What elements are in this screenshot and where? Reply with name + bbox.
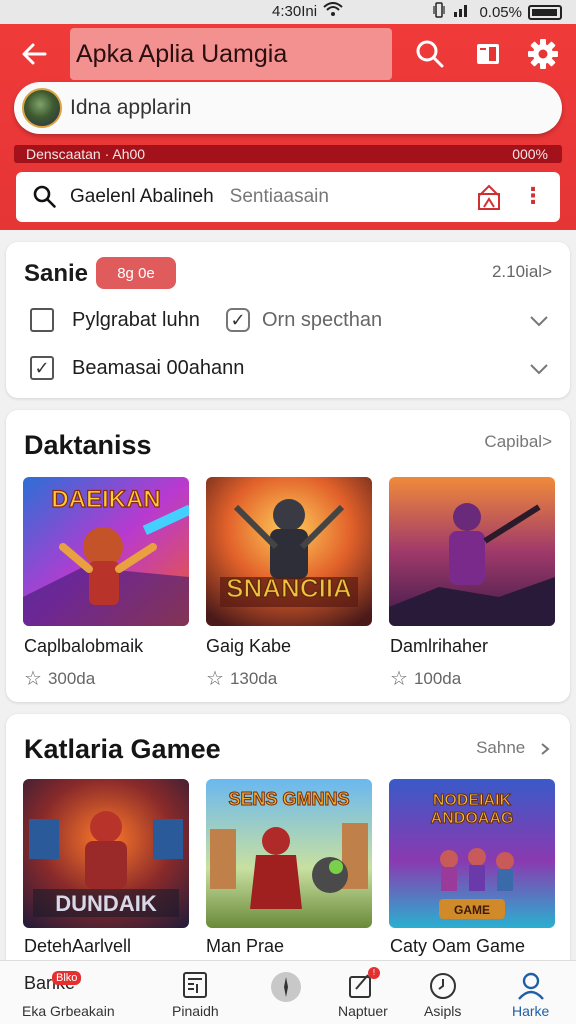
progress-bar: Denscaatan · Ah00 000% (14, 145, 562, 163)
game-rating: ☆ 130da (206, 666, 277, 691)
rating-value: 100da (413, 668, 462, 688)
checkbox-checked[interactable]: ✓ (30, 356, 54, 380)
section-title: Katlaria Gamee (24, 734, 221, 764)
sort-option-label: Pylgrabat luhn (72, 308, 200, 331)
section-card: Katlaria Gamee Sahne DUNDAIK SENS GMNNS (6, 714, 570, 974)
page-title: Apka Aplia Uamgia (70, 28, 392, 80)
nav-label: Eka Grbeakain (22, 1003, 115, 1019)
nav-badge: Blko (52, 971, 82, 985)
book-button[interactable] (470, 36, 506, 72)
game-thumbnail[interactable]: DUNDAIK (23, 779, 189, 928)
nav-item-harke[interactable]: Harke (476, 961, 576, 1024)
game-rating: ☆ 100da (390, 666, 461, 691)
compass-icon (271, 972, 301, 1002)
profile-icon (518, 972, 544, 1000)
nav-item-home[interactable]: Barlke Blko Eka Grbeakain (0, 961, 115, 1024)
document-icon (183, 972, 207, 998)
rating-value: 300da (47, 668, 96, 688)
section-card: Daktaniss Capibal> DAEIKAN SNANCIIA Capl… (6, 410, 570, 702)
sort-title: Sanie (24, 260, 89, 287)
game-title[interactable]: Gaig Kabe (206, 636, 291, 657)
book-icon (477, 44, 499, 64)
game-title[interactable]: DetehAarlvell (24, 936, 131, 957)
game-thumbnail[interactable]: SNANCIIA (206, 477, 372, 626)
sort-option-3[interactable]: ✓ Beamasai 00ahann (30, 356, 244, 380)
star-icon: ☆ (206, 668, 224, 690)
search-placeholder: Idna applarin (70, 96, 192, 119)
progress-value: 000% (512, 146, 548, 162)
chevron-right-icon (541, 742, 550, 755)
nav-label: Pinaidh (172, 1003, 219, 1019)
sort-option-label: Beamasai 00ahann (72, 356, 245, 379)
status-time: 4:30Ini (272, 3, 318, 20)
search-icon (33, 185, 56, 208)
game-thumbnail[interactable]: SENS GMNNS (206, 779, 372, 928)
star-icon: ☆ (24, 668, 42, 690)
gear-icon (528, 39, 558, 69)
nav-label: Asipls (424, 1003, 462, 1019)
more-options-icon[interactable]: ⋮ (522, 184, 544, 208)
chevron-down-icon[interactable] (528, 310, 550, 332)
search-icon (416, 40, 444, 68)
wifi-icon (323, 2, 344, 22)
section-title: Daktaniss (24, 430, 152, 460)
checkbox-checked[interactable]: ✓ (226, 308, 250, 332)
avatar[interactable] (22, 88, 62, 128)
status-bar: 4:30Ini 0.05% (0, 0, 576, 24)
section-more-label: Sahne (476, 738, 526, 757)
filter-hint: Sentiaasain (229, 186, 329, 207)
settings-button[interactable] (525, 36, 561, 72)
battery-percent: 0.05% (479, 3, 522, 21)
game-title[interactable]: Man Prae (206, 936, 284, 957)
vibrate-icon (433, 2, 446, 22)
arrow-left-icon (22, 43, 47, 65)
game-thumbnail[interactable]: NODEIAIK ANDOAAG GAME (389, 779, 555, 928)
progress-label: Denscaatan · Ah00 (26, 146, 146, 162)
thumbnail-art-text: DUNDAIK (55, 891, 157, 916)
filter-bar[interactable]: Gaelenl Abalineh Sentiaasain ⋮ (16, 172, 560, 222)
nav-label: Harke (512, 1003, 550, 1019)
checkbox-unchecked[interactable] (30, 308, 54, 332)
rating-value: 130da (229, 668, 278, 688)
back-button[interactable] (14, 34, 54, 74)
clock-icon (430, 973, 456, 999)
nav-label: Naptuer (338, 1003, 388, 1019)
sort-option-1[interactable]: Pylgrabat luhn (30, 308, 200, 332)
app-header: Apka Aplia Uamgia Idna applarin Denscaat… (0, 24, 576, 230)
thumbnail-art-text: SNANCIIA (226, 573, 352, 603)
thumbnail-art-text: DAEIKAN (51, 486, 160, 513)
thumbnail-art-text: SENS GMNNS (228, 789, 349, 809)
game-thumbnail[interactable] (389, 477, 555, 626)
star-icon: ☆ (390, 668, 408, 690)
game-title[interactable]: Caplbalobmaik (24, 636, 143, 657)
chevron-down-icon[interactable] (528, 358, 550, 380)
notification-dot: ! (368, 967, 380, 979)
search-button[interactable] (412, 36, 448, 72)
game-rating: ☆ 300da (24, 666, 95, 691)
battery-icon (528, 4, 562, 20)
section-more-link[interactable]: Sahne (476, 738, 552, 758)
sort-more-link[interactable]: 2.10ial> (492, 262, 552, 282)
bottom-nav: Barlke Blko Eka Grbeakain Pinaidh ! Napt… (0, 960, 576, 1024)
svg-text:GAME: GAME (454, 903, 490, 917)
section-more-link[interactable]: Capibal> (484, 432, 552, 452)
search-input[interactable]: Idna applarin (14, 82, 562, 134)
shopping-bag-icon[interactable] (476, 183, 502, 211)
sort-option-label: Orn specthan (262, 308, 383, 331)
signal-icon (453, 2, 471, 22)
game-title[interactable]: Damlrihaher (390, 636, 488, 657)
sort-badge[interactable]: 8g 0e (96, 257, 176, 289)
sort-option-2[interactable]: ✓ Orn specthan (226, 308, 382, 332)
filter-label: Gaelenl Abalineh (70, 186, 214, 207)
game-thumbnail[interactable]: DAEIKAN (23, 477, 189, 626)
thumbnail-art-text: NODEIAIK ANDOAAG (431, 792, 514, 827)
game-title[interactable]: Caty Oam Game (390, 936, 525, 957)
sort-card: Sanie 8g 0e 2.10ial> Pylgrabat luhn ✓ Or… (6, 242, 570, 398)
